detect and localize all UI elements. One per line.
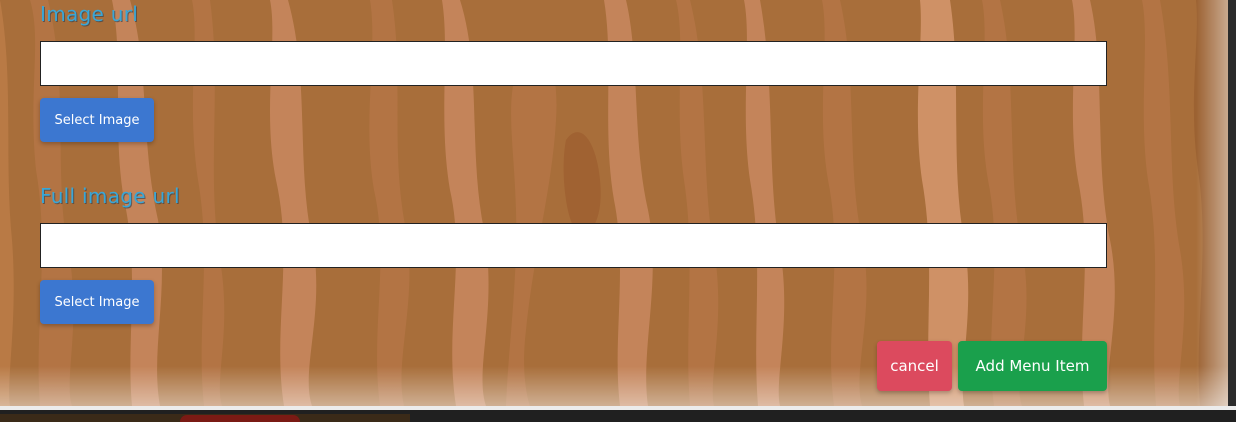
window-edge bbox=[1228, 0, 1236, 422]
image-url-input[interactable] bbox=[40, 41, 1107, 86]
image-url-label: Image url bbox=[40, 2, 139, 26]
right-glow bbox=[1196, 0, 1228, 406]
cancel-button[interactable]: cancel bbox=[877, 341, 952, 391]
full-image-url-label: Full image url bbox=[40, 184, 180, 208]
page-bottom-strip bbox=[0, 406, 1236, 422]
full-image-url-input[interactable] bbox=[40, 223, 1107, 268]
select-image-button[interactable]: Select Image bbox=[40, 98, 154, 142]
panel-bottom-border bbox=[0, 406, 1236, 410]
select-full-image-button[interactable]: Select Image bbox=[40, 280, 154, 324]
form-panel: Image url Select Image Full image url Se… bbox=[0, 0, 1228, 406]
background-artwork-accent bbox=[180, 415, 300, 422]
add-menu-item-button[interactable]: Add Menu Item bbox=[958, 341, 1107, 391]
